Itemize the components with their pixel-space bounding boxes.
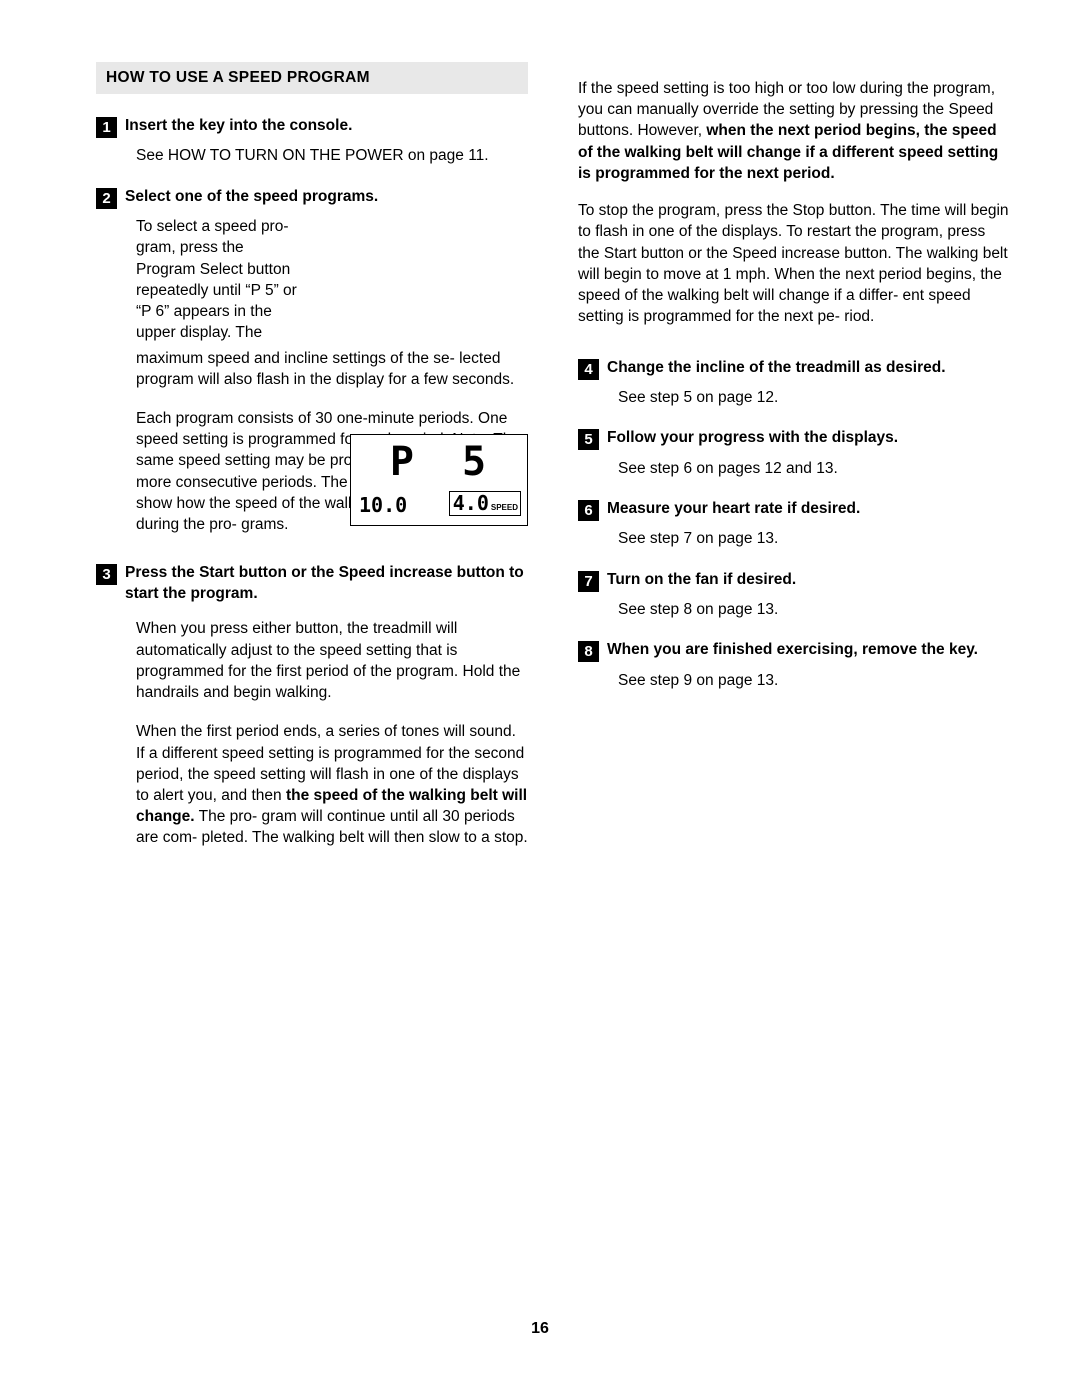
- step-8-number: 8: [578, 641, 599, 663]
- step-4-number: 4: [578, 358, 599, 380]
- step-1-title: Insert the key into the console.: [125, 117, 353, 134]
- page-number: 16: [531, 1320, 549, 1337]
- console-lower-row: 10.0 4.0 SPEED: [359, 491, 521, 518]
- step-2: 2 Select one of the speed programs.: [96, 187, 528, 209]
- right-column: If the speed setting is too high or too …: [578, 78, 1010, 691]
- console-program-value: P 5: [389, 439, 499, 486]
- step-6-body: See step 7 on page 13.: [618, 530, 779, 548]
- manual-page: HOW TO USE A SPEED PROGRAM 1 Insert the …: [0, 0, 1080, 1397]
- step-7-body: See step 8 on page 13.: [618, 601, 779, 619]
- step-4-body: See step 5 on page 12.: [618, 389, 779, 407]
- step-8-body: See step 9 on page 13.: [618, 671, 779, 689]
- step-8: 8 When you are finished exercising, remo…: [578, 640, 1010, 663]
- step-7: 7 Turn on the fan if desired.: [578, 570, 1010, 592]
- step-1: 1 Insert the key into the console.: [96, 116, 528, 138]
- step-6-title: Measure your heart rate if desired.: [607, 499, 861, 517]
- step-3-paragraph-2: When the first period ends, a series of …: [136, 721, 528, 848]
- step-2-body-narrow: To select a speed pro- gram, press the P…: [136, 218, 297, 342]
- right-paragraph-1: If the speed setting is too high or too …: [578, 78, 1010, 184]
- step-3-paragraph-1: When you press either button, the treadm…: [136, 620, 521, 702]
- section-header: HOW TO USE A SPEED PROGRAM: [96, 62, 528, 94]
- step-5-body: See step 6 on pages 12 and 13.: [618, 459, 838, 477]
- step-3-title: Press the Start button or the Speed incr…: [125, 564, 524, 602]
- console-display-illustration: P 5 10.0 4.0 SPEED: [350, 434, 528, 527]
- step-6: 6 Measure your heart rate if desired.: [578, 499, 1010, 521]
- left-column: HOW TO USE A SPEED PROGRAM 1 Insert the …: [96, 62, 528, 849]
- step-2-body-full: maximum speed and incline settings of th…: [136, 349, 515, 388]
- step-1-body: See HOW TO TURN ON THE POWER on page 11.: [136, 147, 489, 165]
- console-speed-label: SPEED: [490, 503, 518, 513]
- right-paragraph-2: To stop the program, press the Stop butt…: [578, 202, 1009, 326]
- step-3: 3 Press the Start button or the Speed in…: [96, 563, 528, 604]
- step-1-number: 1: [96, 117, 117, 138]
- console-speed-box: 4.0 SPEED: [448, 491, 521, 517]
- step-7-number: 7: [578, 570, 599, 592]
- step-5-title: Follow your progress with the displays.: [607, 429, 899, 447]
- step-6-number: 6: [578, 499, 599, 521]
- step-7-title: Turn on the fan if desired.: [607, 570, 797, 588]
- step-8-title: When you are finished exercising, remove…: [607, 641, 978, 659]
- step-4: 4 Change the incline of the treadmill as…: [578, 358, 1010, 380]
- console-speed-value: 4.0: [452, 491, 489, 516]
- console-upper-row: P 5: [351, 441, 527, 483]
- step-2-title: Select one of the speed programs.: [125, 187, 379, 205]
- step-3-number: 3: [96, 564, 117, 586]
- console-incline-value: 10.0: [359, 493, 408, 518]
- step-2-number: 2: [96, 187, 117, 209]
- step-3-paragraph-2-part2: The pro- gram will continue until all 30…: [136, 808, 528, 847]
- step-2-body-block: To select a speed pro- gram, press the P…: [96, 216, 528, 527]
- step-4-title: Change the incline of the treadmill as d…: [607, 358, 946, 376]
- step-5: 5 Follow your progress with the displays…: [578, 428, 1010, 451]
- step-5-number: 5: [578, 429, 599, 451]
